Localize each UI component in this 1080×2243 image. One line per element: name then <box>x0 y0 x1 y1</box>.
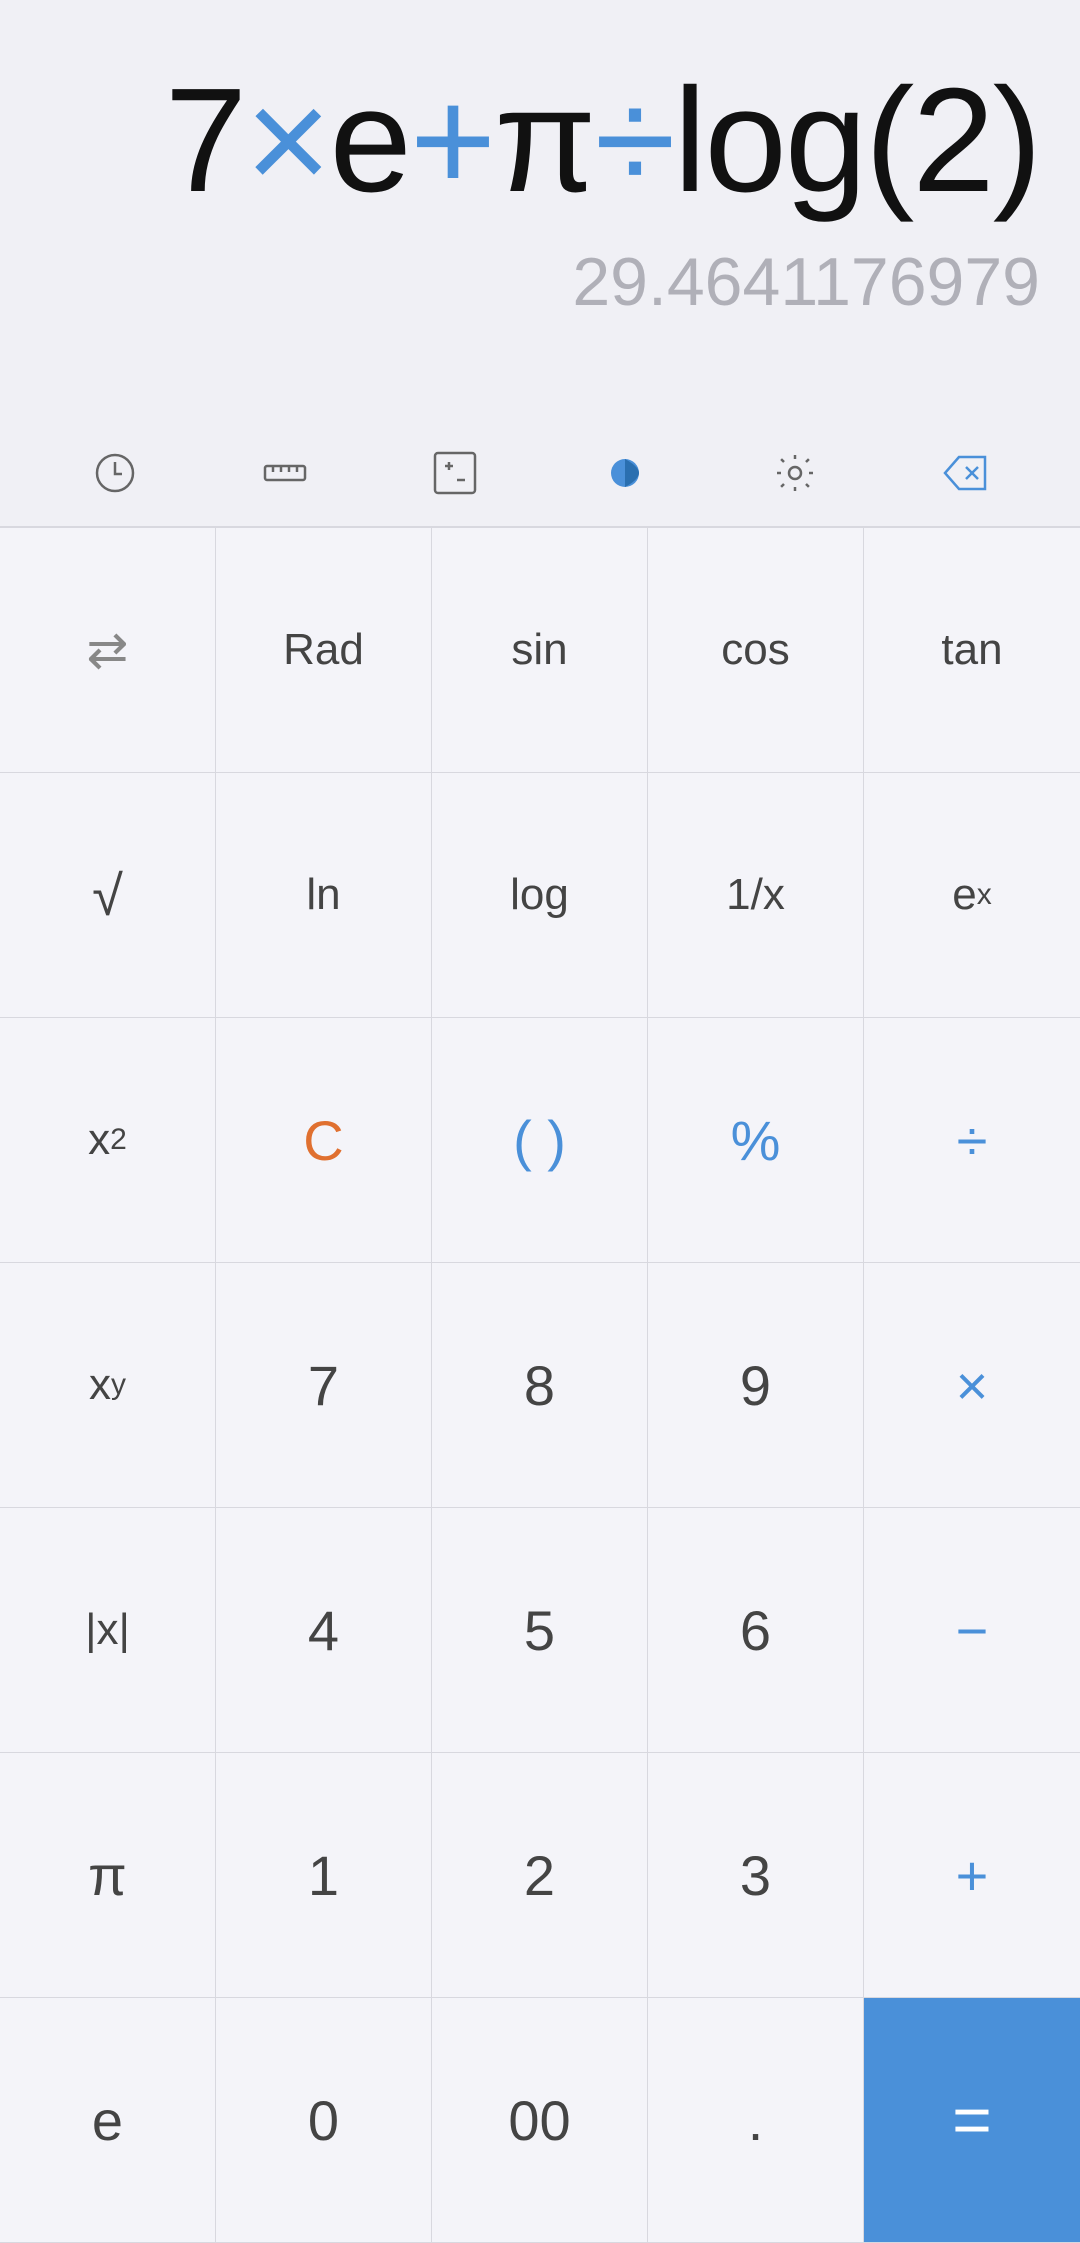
display-area: 7×e+π÷log(2) 29.4641176979 <box>0 0 1080 420</box>
power-key[interactable]: xy <box>0 1263 216 1508</box>
equals-key[interactable]: = <box>864 1998 1080 2243</box>
shift-key[interactable]: ⇄ <box>0 528 216 773</box>
expr-divide: ÷ <box>594 58 673 223</box>
multiply-key[interactable]: × <box>864 1263 1080 1508</box>
exp-key[interactable]: ex <box>864 773 1080 1018</box>
toolbar <box>0 420 1080 527</box>
log-key[interactable]: log <box>432 773 648 1018</box>
reciprocal-key[interactable]: 1/x <box>648 773 864 1018</box>
ln-key[interactable]: ln <box>216 773 432 1018</box>
subtract-key[interactable]: − <box>864 1508 1080 1753</box>
two-key[interactable]: 2 <box>432 1753 648 1998</box>
divide-key[interactable]: ÷ <box>864 1018 1080 1263</box>
square-key[interactable]: x2 <box>0 1018 216 1263</box>
parentheses-key[interactable]: ( ) <box>432 1018 648 1263</box>
six-key[interactable]: 6 <box>648 1508 864 1753</box>
abs-key[interactable]: |x| <box>0 1508 216 1753</box>
sin-key[interactable]: sin <box>432 528 648 773</box>
five-key[interactable]: 5 <box>432 1508 648 1753</box>
expr-pi: π <box>494 58 594 223</box>
settings-button[interactable] <box>760 438 830 508</box>
zero-key[interactable]: 0 <box>216 1998 432 2243</box>
nine-key[interactable]: 9 <box>648 1263 864 1508</box>
double-zero-key[interactable]: 00 <box>432 1998 648 2243</box>
three-key[interactable]: 3 <box>648 1753 864 1998</box>
percent-key[interactable]: % <box>648 1018 864 1263</box>
clear-key[interactable]: C <box>216 1018 432 1263</box>
four-key[interactable]: 4 <box>216 1508 432 1753</box>
eight-key[interactable]: 8 <box>432 1263 648 1508</box>
result-display: 29.4641176979 <box>40 243 1040 321</box>
expr-e: e <box>330 58 410 223</box>
rad-key[interactable]: Rad <box>216 528 432 773</box>
tan-key[interactable]: tan <box>864 528 1080 773</box>
keyboard: ⇄ Rad sin cos tan √ ln log 1/x ex x2 C (… <box>0 527 1080 2243</box>
backspace-button[interactable] <box>930 438 1000 508</box>
expression: 7×e+π÷log(2) <box>40 60 1040 223</box>
cos-key[interactable]: cos <box>648 528 864 773</box>
decimal-key[interactable]: . <box>648 1998 864 2243</box>
seven-key[interactable]: 7 <box>216 1263 432 1508</box>
pi-key[interactable]: π <box>0 1753 216 1998</box>
add-key[interactable]: + <box>864 1753 1080 1998</box>
theme-button[interactable] <box>590 438 660 508</box>
ruler-button[interactable] <box>250 438 320 508</box>
one-key[interactable]: 1 <box>216 1753 432 1998</box>
expr-times: × <box>245 58 329 223</box>
sqrt-key[interactable]: √ <box>0 773 216 1018</box>
expr-plus: + <box>410 58 494 223</box>
plusminus-button[interactable] <box>420 438 490 508</box>
history-button[interactable] <box>80 438 150 508</box>
expr-log: log(2) <box>674 58 1040 223</box>
expr-7: 7 <box>165 58 245 223</box>
euler-key[interactable]: e <box>0 1998 216 2243</box>
